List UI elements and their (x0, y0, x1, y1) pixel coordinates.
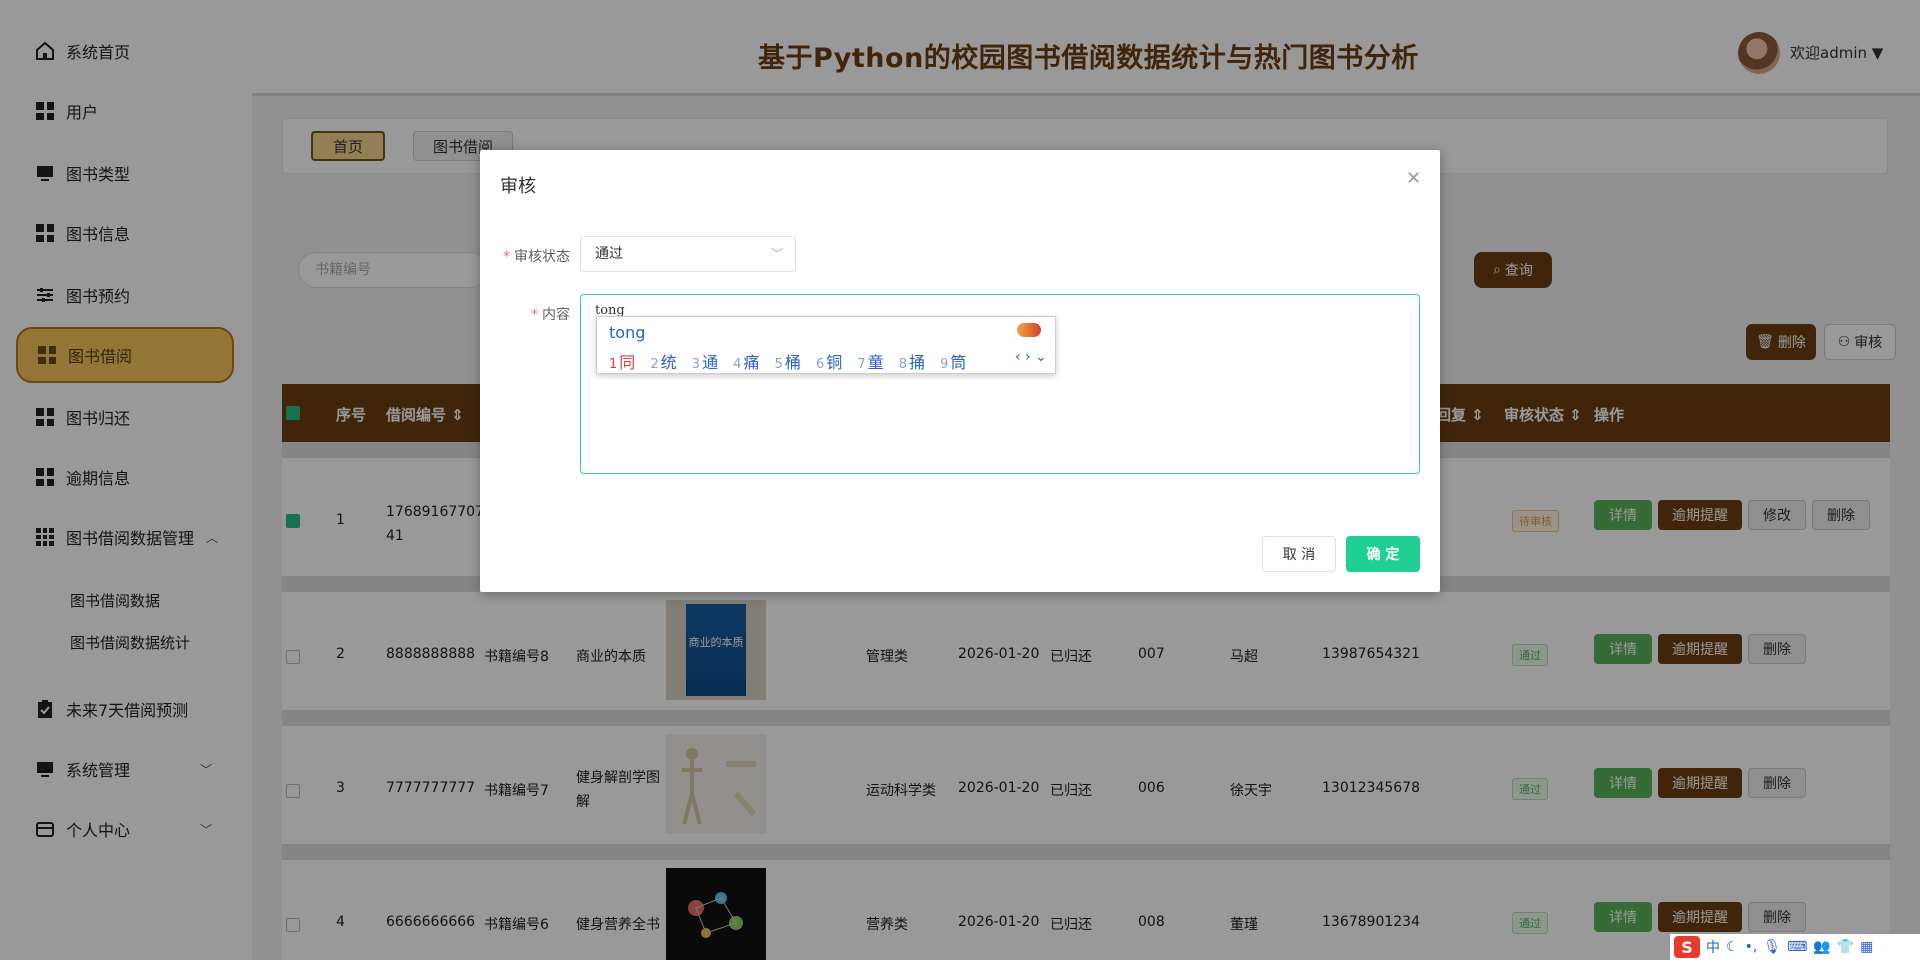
keyboard-icon[interactable]: ⌨ (1787, 939, 1807, 955)
ime-candidate[interactable]: 5桶 (775, 353, 801, 372)
dialog-title: 审核 (500, 176, 536, 197)
ime-page-nav[interactable]: ‹ › ⌄ (1015, 349, 1047, 365)
sogou-logo-icon[interactable]: S (1674, 936, 1700, 958)
ime-toolbar: S 中 ☾ •, 🎙 ⌨ 👥 👕 ▦ (1670, 934, 1920, 960)
content-field-label: * 内容 (531, 307, 570, 323)
ime-skin-icon (1017, 323, 1041, 337)
ime-candidate[interactable]: 3通 (692, 353, 718, 372)
ime-candidate[interactable]: 8捅 (899, 353, 925, 372)
moon-icon[interactable]: ☾ (1726, 939, 1739, 955)
ime-lang-toggle[interactable]: 中 (1706, 937, 1720, 957)
cancel-button[interactable]: 取 消 (1262, 536, 1336, 572)
ime-candidate[interactable]: 2统 (650, 353, 676, 372)
chevron-down-icon: ﹀ (770, 247, 783, 261)
microphone-icon[interactable]: 🎙 (1763, 939, 1781, 955)
status-select[interactable]: 通过 ﹀ (580, 236, 796, 272)
ime-candidate[interactable]: 4痛 (733, 353, 759, 372)
content-label-text: 内容 (542, 307, 570, 323)
ime-candidate-window: tong 1同 2统 3通 4痛 5桶 6铜 7童 8捅 9筒 ‹ › ⌄ (596, 316, 1056, 374)
ime-candidates: 1同 2统 3通 4痛 5桶 6铜 7童 8捅 9筒 (609, 349, 976, 373)
punctuation-icon[interactable]: •, (1745, 939, 1758, 955)
ime-candidate[interactable]: 7童 (857, 353, 883, 372)
close-icon[interactable]: ✕ (1406, 168, 1421, 189)
status-field-label: * 审核状态 (503, 249, 570, 265)
ime-candidate[interactable]: 1同 (609, 353, 635, 372)
confirm-button[interactable]: 确 定 (1346, 536, 1420, 572)
ime-candidate[interactable]: 9筒 (940, 353, 966, 372)
ime-candidate[interactable]: 6铜 (816, 353, 842, 372)
apps-grid-icon[interactable]: ▦ (1860, 939, 1873, 955)
status-select-value: 通过 (595, 246, 623, 262)
ime-pinyin: tong (609, 323, 646, 342)
user-icon[interactable]: 👥 (1813, 939, 1830, 955)
status-label-text: 审核状态 (514, 249, 570, 265)
skin-icon[interactable]: 👕 (1837, 939, 1854, 955)
